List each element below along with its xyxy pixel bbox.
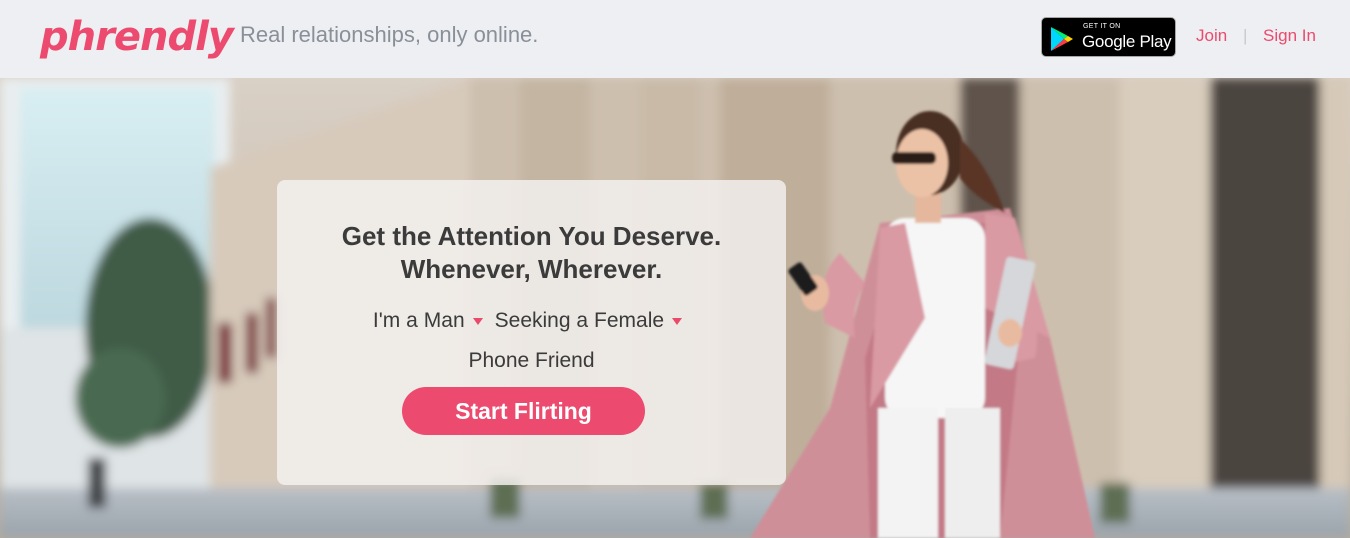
phrendly-logo[interactable]: phrendly — [40, 12, 234, 62]
site-tagline: Real relationships, only online. — [240, 22, 539, 47]
relationship-type-select[interactable]: Phone Friend — [277, 348, 786, 374]
seeking-select-value: Female — [594, 309, 665, 332]
hero-section: Get the Attention You Deserve. Whenever,… — [0, 78, 1350, 538]
seeking-label: Seeking a — [494, 309, 589, 332]
seeking-select[interactable]: Female — [594, 308, 690, 334]
sign-in-link[interactable]: Sign In — [1263, 26, 1316, 46]
google-play-big-text: Google Play — [1082, 32, 1172, 51]
caret-down-icon — [672, 317, 683, 325]
im-a-label: I'm a — [372, 309, 418, 332]
site-header: phrendly Real relationships, only online… — [0, 0, 1350, 78]
google-play-small-text: GET IT ON — [1083, 23, 1121, 30]
join-link[interactable]: Join — [1196, 26, 1227, 46]
nav-separator: | — [1243, 26, 1248, 45]
start-flirting-button[interactable]: Start Flirting — [402, 387, 645, 435]
gender-select[interactable]: Man — [424, 308, 491, 334]
hero-headline-line1: Get the Attention You Deserve. — [341, 221, 722, 251]
google-play-logo-icon — [1051, 27, 1073, 51]
gender-select-value: Man — [423, 309, 465, 332]
relationship-type-value: Phone Friend — [468, 349, 595, 372]
hero-headline-line2: Whenever, Wherever. — [400, 254, 663, 284]
caret-down-icon — [472, 317, 483, 325]
hero-headline: Get the Attention You Deserve. Whenever,… — [277, 220, 786, 286]
google-play-badge[interactable]: GET IT ON Google Play — [1041, 17, 1176, 57]
preference-row: I'm a Man Seeking a Female — [277, 308, 786, 334]
signup-card: Get the Attention You Deserve. Whenever,… — [277, 180, 786, 485]
